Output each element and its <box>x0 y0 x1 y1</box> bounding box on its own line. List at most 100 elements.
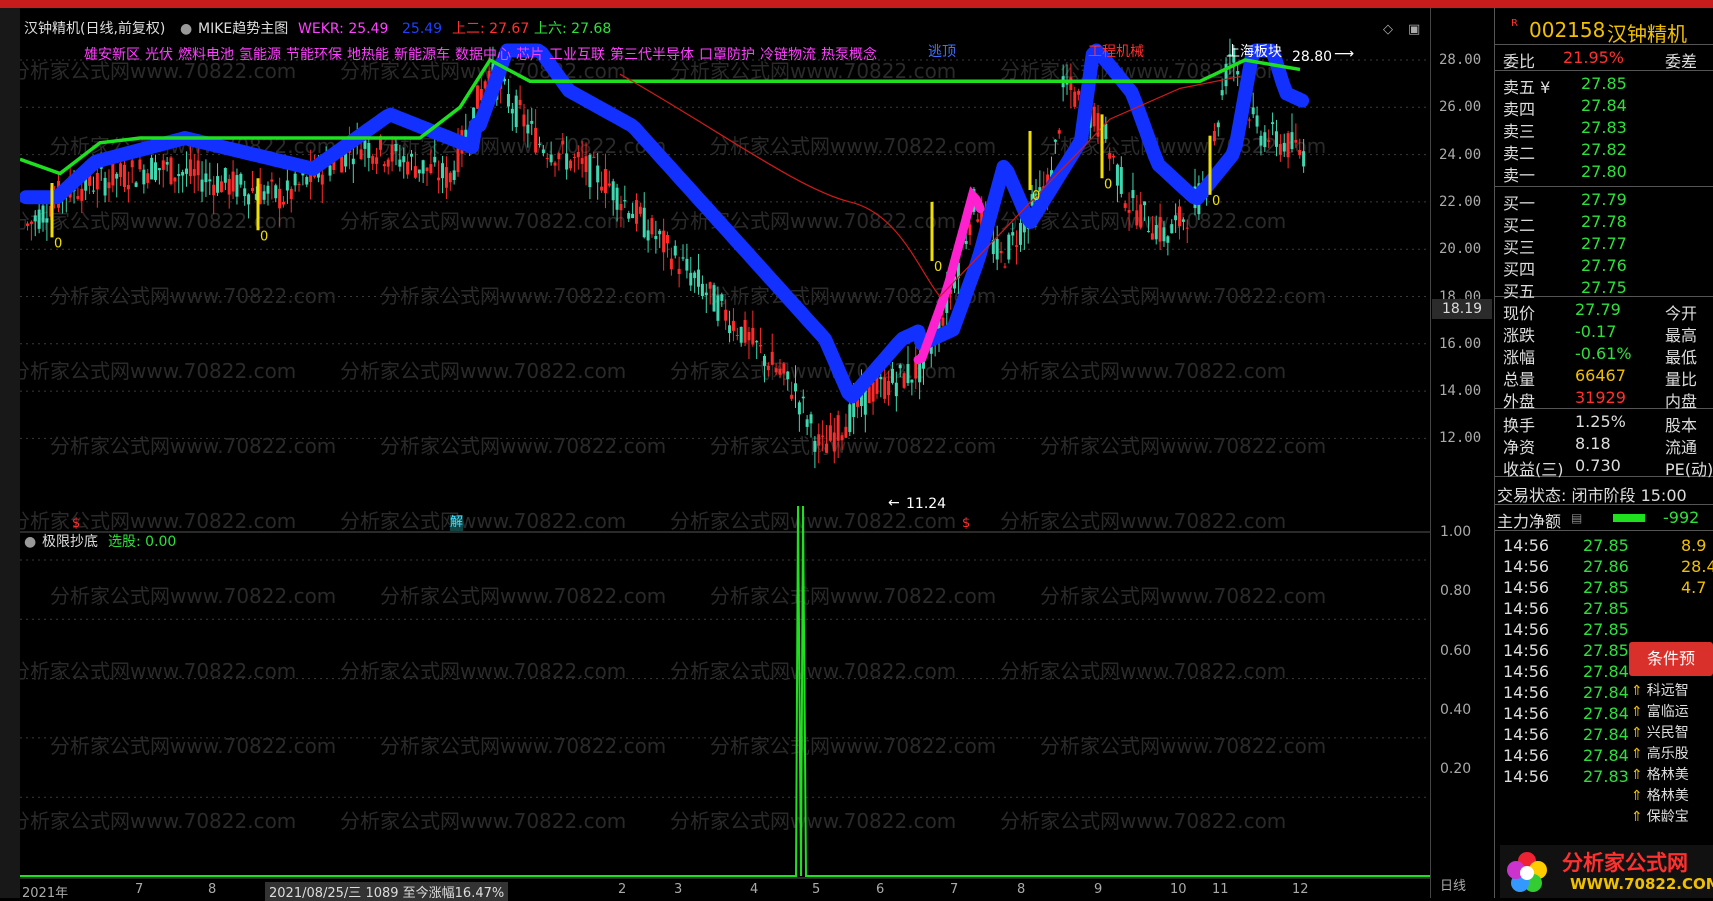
concept-tag[interactable]: 口罩防护 <box>699 47 755 63</box>
candle-body <box>398 159 402 167</box>
candle-body <box>879 376 883 380</box>
candle-body <box>475 85 479 109</box>
up6-value: 上六: 27.68 <box>534 21 612 37</box>
concept-tag[interactable]: 地热能 <box>347 47 389 63</box>
candle-body <box>1092 106 1096 127</box>
candle-body <box>689 272 693 286</box>
candle-body <box>580 158 584 164</box>
cond-item[interactable]: ⇑ 格林美 <box>1631 785 1689 805</box>
concept-tag[interactable]: 光伏 <box>145 47 173 63</box>
kline-chart[interactable]: 分析家公式网www.70822.com 分析家公式网www.70822.com 分析… <box>20 8 1430 898</box>
candle-body <box>538 143 541 145</box>
candle-body <box>134 182 138 187</box>
candle-body <box>976 219 980 222</box>
concept-tag[interactable]: 节能环保 <box>286 47 342 63</box>
candle-body <box>898 364 902 369</box>
cond-item[interactable]: ⇑ 格林美 <box>1631 764 1689 784</box>
candle-body <box>1212 130 1216 142</box>
candle-body <box>541 149 545 154</box>
candle-body <box>603 168 607 194</box>
candle-body <box>247 194 251 205</box>
candle-body <box>836 415 840 441</box>
candle-body <box>1247 119 1251 121</box>
bid-row: 买四 27.76 <box>1503 256 1627 279</box>
escape-top-label: 逃顶 <box>928 44 956 60</box>
cond-item[interactable]: ⇑ 富临运 <box>1631 701 1689 721</box>
window-icon[interactable]: ▣ <box>1408 22 1420 37</box>
cond-item[interactable]: ⇑ 保龄宝 <box>1631 806 1689 826</box>
candle-body <box>716 295 720 321</box>
concept-tag[interactable]: 燃料电池 <box>178 47 234 63</box>
candle-body <box>832 432 836 452</box>
mike-red-line <box>619 73 1241 298</box>
candle-body <box>297 183 301 185</box>
candle-body <box>437 177 441 181</box>
candle-body <box>650 218 654 235</box>
svg-text:分析家公式网www.70822.com: 分析家公式网www.70822.com <box>50 434 336 458</box>
svg-text:分析家公式网www.70822.com: 分析家公式网www.70822.com <box>380 584 666 608</box>
candle-body <box>208 179 212 182</box>
wekr2-value: 25.49 <box>402 21 443 37</box>
cond-item[interactable]: ⇑ 科远智 <box>1631 680 1689 700</box>
candle-body <box>33 215 37 222</box>
stat-row: 涨跌 -0.17 最高 <box>1503 322 1698 345</box>
period-label[interactable]: 日线 <box>1440 875 1466 894</box>
concept-tag[interactable]: 新能源车 <box>394 47 450 63</box>
candle-body <box>1166 236 1170 243</box>
candle-body <box>219 181 223 193</box>
main-chart-area[interactable]: 分析家公式网www.70822.com 分析家公式网www.70822.com 分析… <box>20 8 1430 901</box>
candle-body <box>1178 206 1181 227</box>
svg-text:分析家公式网www.70822.com: 分析家公式网www.70822.com <box>340 209 626 233</box>
candle-body <box>1259 135 1263 146</box>
diamond-icon[interactable]: ◇ <box>1383 22 1393 37</box>
condition-alert-button[interactable]: 条件预 <box>1629 642 1713 676</box>
concept-tag[interactable]: 氢能源 <box>239 47 281 63</box>
candle-body <box>1302 151 1306 167</box>
candle-body <box>1073 91 1077 107</box>
stock-header: R 002158 汉钟精机 <box>1495 14 1713 46</box>
net-bar <box>1613 514 1645 522</box>
candle-body <box>1220 90 1224 96</box>
list-icon[interactable]: ▤ <box>1571 511 1582 525</box>
cond-item[interactable]: ⇑ 兴民智 <box>1631 722 1689 742</box>
jie-marker: 解 <box>450 515 464 531</box>
candle-body <box>623 200 627 202</box>
concept-tag[interactable]: 热泵概念 <box>821 47 877 63</box>
signal-zero-label: 0 <box>54 236 62 251</box>
candle-body <box>964 240 968 245</box>
cond-item[interactable]: ⇑ 高乐股 <box>1631 743 1689 763</box>
sub-toggle-icon[interactable]: ● <box>24 534 36 550</box>
indicator-toggle-icon[interactable]: ● <box>180 21 192 37</box>
candle-body <box>130 160 134 168</box>
svg-text:分析家公式网www.70822.com: 分析家公式网www.70822.com <box>1040 434 1326 458</box>
candle-body <box>646 230 650 241</box>
concept-tag[interactable]: 冷链物流 <box>760 47 816 63</box>
x-axis-label: 6 <box>876 882 885 897</box>
concept-tag[interactable]: 数据中心 <box>455 47 511 63</box>
candle-body <box>1286 133 1290 158</box>
concept-tag[interactable]: 工业互联 <box>549 47 605 63</box>
candle-body <box>817 434 821 446</box>
concept-tags: 雄安新区 光伏 燃料电池 氢能源 节能环保 地热能 新能源车 数据中心 芯片 工业互联 第三代半导体… <box>84 44 882 64</box>
candle-body <box>1294 139 1298 143</box>
concept-tag[interactable]: 第三代半导体 <box>610 47 694 63</box>
candle-body <box>382 164 386 167</box>
candle-body <box>790 394 794 399</box>
signal-zero-label: 0 <box>1104 177 1112 192</box>
x-axis: 2021年 7 8 2021/08/25/三 1089 至今涨幅16.47% 2 3 4 5 6… <box>20 880 1430 901</box>
concept-tag[interactable]: 芯片 <box>516 47 544 63</box>
indicator-name[interactable]: MIKE趋势主图 <box>198 21 288 37</box>
svg-text:分析家公式网www.70822.com: 分析家公式网www.70822.com <box>20 509 296 533</box>
svg-text:分析家公式网www.70822.com: 分析家公式网www.70822.com <box>1040 284 1326 308</box>
candle-body <box>262 191 266 200</box>
sub-indicator-name[interactable]: 极限抄底 <box>42 534 98 550</box>
candle-body <box>433 156 437 163</box>
candle-body <box>724 309 728 321</box>
concept-tag[interactable]: 雄安新区 <box>84 47 140 63</box>
candle-body <box>1123 203 1127 208</box>
price-tick: 28.00 <box>1439 52 1482 68</box>
candle-body <box>1216 122 1220 128</box>
candle-body <box>510 108 514 114</box>
ask-row: 卖二 27.82 <box>1503 140 1627 163</box>
candle-body <box>119 163 123 178</box>
